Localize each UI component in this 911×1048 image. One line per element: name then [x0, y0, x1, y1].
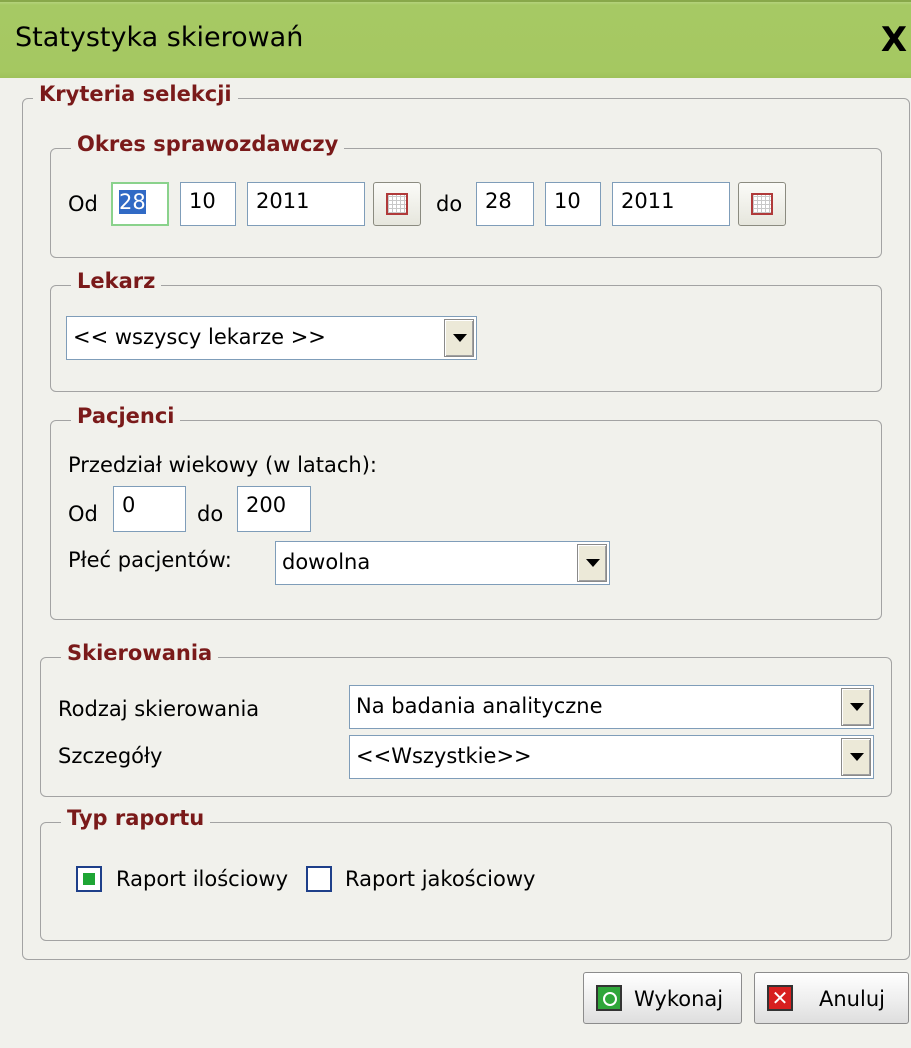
from-day-value: 28 [119, 190, 146, 214]
to-calendar-button[interactable] [738, 182, 786, 226]
referrals-legend: Skierowania [61, 641, 219, 665]
report-type-legend: Typ raportu [61, 806, 211, 830]
cancel-button[interactable]: ✕ Anuluj [754, 972, 909, 1024]
age-from-label: Od [68, 502, 98, 526]
details-select[interactable]: <<Wszystkie>> [349, 735, 874, 779]
patients-legend: Pacjenci [71, 404, 181, 428]
period-legend: Okres sprawozdawczy [71, 132, 345, 156]
close-button[interactable]: X [876, 20, 911, 60]
details-label: Szczegóły [58, 744, 163, 768]
to-day-input[interactable]: 28 [476, 182, 534, 226]
chevron-down-icon[interactable] [577, 544, 607, 582]
age-from-input[interactable]: 0 [113, 486, 186, 532]
qualitative-checkbox[interactable] [306, 866, 332, 892]
qualitative-label[interactable]: Raport jakościowy [345, 867, 535, 891]
dialog-window: Statystyka skierowań X Kryteria selekcji… [0, 0, 911, 1048]
chevron-down-icon[interactable] [841, 738, 871, 776]
from-day-input[interactable]: 28 [111, 182, 169, 226]
period-to-label: do [436, 192, 463, 216]
window-title: Statystyka skierowań [15, 22, 304, 53]
referral-type-select[interactable]: Na badania analityczne [349, 685, 874, 729]
calendar-icon [386, 193, 408, 215]
age-to-label: do [197, 502, 224, 526]
doctor-legend: Lekarz [71, 269, 162, 293]
sex-select[interactable]: dowolna [275, 541, 610, 585]
chevron-down-icon[interactable] [841, 688, 871, 726]
doctor-select[interactable]: << wszyscy lekarze >> [66, 316, 477, 360]
cancel-icon: ✕ [767, 985, 793, 1011]
to-year-input[interactable]: 2011 [612, 182, 730, 226]
referral-type-label: Rodzaj skierowania [58, 697, 260, 721]
sex-label: Płeć pacjentów: [68, 548, 232, 572]
to-month-input[interactable]: 10 [545, 182, 601, 226]
quantitative-checkbox[interactable] [76, 866, 102, 892]
from-month-input[interactable]: 10 [180, 182, 236, 226]
ok-icon [596, 985, 622, 1011]
cancel-label: Anuluj [819, 987, 885, 1011]
from-calendar-button[interactable] [373, 182, 421, 226]
execute-label: Wykonaj [634, 987, 724, 1011]
sex-select-value: dowolna [282, 550, 371, 574]
age-range-label: Przedział wiekowy (w latach): [68, 453, 378, 477]
chevron-down-icon[interactable] [444, 319, 474, 357]
from-year-input[interactable]: 2011 [247, 182, 365, 226]
quantitative-label[interactable]: Raport ilościowy [116, 867, 288, 891]
criteria-legend: Kryteria selekcji [33, 82, 238, 106]
period-from-label: Od [68, 192, 98, 216]
execute-button[interactable]: Wykonaj [583, 972, 742, 1024]
age-to-input[interactable]: 200 [237, 486, 311, 532]
doctor-select-value: << wszyscy lekarze >> [73, 325, 326, 349]
details-select-value: <<Wszystkie>> [356, 744, 532, 768]
referral-type-value: Na badania analityczne [356, 694, 603, 718]
title-bar[interactable]: Statystyka skierowań X [0, 0, 911, 78]
calendar-icon [751, 193, 773, 215]
